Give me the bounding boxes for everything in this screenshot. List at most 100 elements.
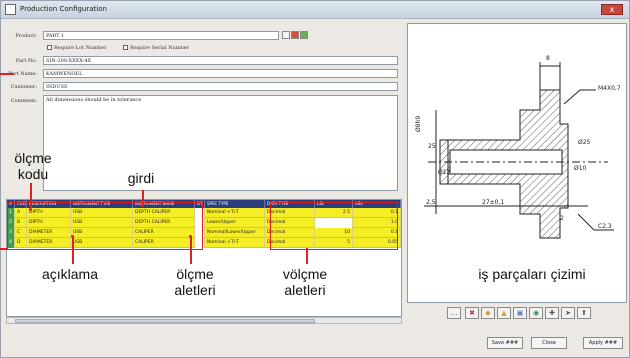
- zoom-icon[interactable]: ◉: [529, 307, 543, 319]
- instrument-type-cell[interactable]: USB: [71, 208, 133, 218]
- code-cell[interactable]: B: [15, 218, 27, 228]
- dots-icon[interactable]: …: [447, 307, 461, 319]
- serial-checkbox[interactable]: Require Serial Number: [123, 45, 189, 51]
- spec-type-cell[interactable]: Nominal/Lower/Upper: [205, 228, 265, 238]
- app-icon: [5, 4, 16, 15]
- apply-button[interactable]: Apply ###: [583, 337, 623, 349]
- data-type-cell[interactable]: Decimal: [265, 208, 315, 218]
- part-input[interactable]: SIN-208-XXXX-4X: [43, 56, 398, 65]
- table-row[interactable]: 1 A DIPTH USB DEPTH CALIPER Nominal +T/-…: [7, 208, 401, 218]
- description-cell[interactable]: DIAMETER: [27, 238, 71, 248]
- row-number: 2: [7, 218, 15, 228]
- technical-drawing: M4X0,7 8 25 Ø12 Ø10 27±0,1 2,5 C2,3 Ø8h9…: [415, 55, 621, 239]
- description-cell[interactable]: DIAMETER: [27, 228, 71, 238]
- add-button[interactable]: [300, 31, 308, 39]
- window-title: Production Configuration: [20, 5, 107, 13]
- dim-offset: 2,5: [426, 199, 436, 206]
- measurement-grid: # CODE DESCRIPTION INSTRUMENT TYPE INSTR…: [6, 199, 402, 317]
- col-header[interactable]: #: [7, 200, 15, 208]
- instrument-name-cell[interactable]: DEPTH CALIPER: [133, 218, 195, 228]
- upload-icon[interactable]: ⬆: [577, 307, 591, 319]
- usl-cell[interactable]: 0.1: [353, 208, 401, 218]
- lot-checkbox-label: Require Lot Number: [54, 45, 107, 51]
- scrollbar-thumb[interactable]: [15, 319, 315, 323]
- dt-cell[interactable]: [195, 238, 205, 248]
- dim-thread: M4X0,7: [598, 85, 621, 92]
- flag-icon[interactable]: ▲: [497, 307, 511, 319]
- data-type-cell[interactable]: Decimal: [265, 238, 315, 248]
- instrument-type-cell[interactable]: USB: [71, 228, 133, 238]
- spec-type-cell[interactable]: Nominal +T/-T: [205, 238, 265, 248]
- col-header[interactable]: SPEC TYPE: [205, 200, 265, 208]
- dim-gap: 2: [560, 215, 564, 222]
- instrument-name-cell[interactable]: CALIPER: [133, 228, 195, 238]
- col-header[interactable]: DESCRIPTION: [27, 200, 71, 208]
- data-type-cell[interactable]: Decimal: [265, 228, 315, 238]
- usl-cell[interactable]: 0.05: [353, 238, 401, 248]
- row-number: 4: [7, 238, 15, 248]
- app-window: Production Configuration x Product: PART…: [0, 0, 630, 358]
- dim-length: 27±0,1: [482, 199, 504, 206]
- code-cell[interactable]: D: [15, 238, 27, 248]
- dim-inner: Ø10: [574, 165, 587, 172]
- part-label: Part No:: [15, 58, 37, 64]
- close-button[interactable]: Close: [531, 337, 567, 349]
- description-cell[interactable]: DIPTH: [27, 208, 71, 218]
- image-icon[interactable]: ▣: [513, 307, 527, 319]
- usl-cell[interactable]: 0.1: [353, 228, 401, 238]
- data-type-cell[interactable]: Decimal: [265, 218, 315, 228]
- code-cell[interactable]: A: [15, 208, 27, 218]
- col-header[interactable]: DT: [195, 200, 205, 208]
- instrument-type-cell[interactable]: USB: [71, 238, 133, 248]
- comment-label: Comment:: [10, 98, 37, 104]
- instrument-name-cell[interactable]: CALIPER: [133, 238, 195, 248]
- comment-textarea[interactable]: All dimensions should be in tolerance: [43, 95, 398, 191]
- product-form: Product: PART 1 Require Lot Number Requi…: [5, 23, 403, 193]
- col-header[interactable]: INSTRUMENT TYPE: [71, 200, 133, 208]
- clear-button[interactable]: [291, 31, 299, 39]
- arrow-icon[interactable]: ➤: [561, 307, 575, 319]
- part-name-input[interactable]: KAMWENOEL: [43, 69, 398, 78]
- lsl-cell[interactable]: 2.5: [315, 208, 353, 218]
- table-row[interactable]: 2 B DIPTH USB DEPTH CALIPER Lower/Upper …: [7, 218, 401, 228]
- browse-button[interactable]: [282, 31, 290, 39]
- serial-checkbox-label: Require Serial Number: [130, 45, 190, 51]
- customer-input[interactable]: INDUSS: [43, 82, 398, 91]
- instrument-type-cell[interactable]: USB: [71, 218, 133, 228]
- col-header[interactable]: INSTRUMENT NAME: [133, 200, 195, 208]
- row-number: 1: [7, 208, 15, 218]
- part-drawing-panel: M4X0,7 8 25 Ø12 Ø10 27±0,1 2,5 C2,3 Ø8h9…: [407, 23, 627, 303]
- grid-horizontal-scrollbar[interactable]: [6, 317, 402, 324]
- usl-cell[interactable]: 1.0: [353, 218, 401, 228]
- col-header[interactable]: DATA TYPE: [265, 200, 315, 208]
- product-input[interactable]: PART 1: [43, 31, 279, 40]
- dim-fit: Ø8h9: [415, 116, 422, 132]
- col-header[interactable]: USL: [353, 200, 401, 208]
- lsl-cell[interactable]: 10: [315, 228, 353, 238]
- table-row[interactable]: 4 D DIAMETER USB CALIPER Nominal +T/-T D…: [7, 238, 401, 248]
- description-cell[interactable]: DIPTH: [27, 218, 71, 228]
- dim-chamfer: C2,3: [598, 223, 612, 230]
- dt-cell[interactable]: [195, 218, 205, 228]
- close-window-button[interactable]: x: [601, 4, 623, 15]
- dim-bore: Ø12: [438, 169, 451, 176]
- delete-icon[interactable]: ✖: [465, 307, 479, 319]
- instrument-name-cell[interactable]: DEPTH CALIPER: [133, 208, 195, 218]
- spec-type-cell[interactable]: Lower/Upper: [205, 218, 265, 228]
- tag-icon[interactable]: ◆: [481, 307, 495, 319]
- save-button[interactable]: Save ###: [487, 337, 523, 349]
- dt-cell[interactable]: [195, 228, 205, 238]
- dt-cell[interactable]: [195, 208, 205, 218]
- pin-icon[interactable]: ✚: [545, 307, 559, 319]
- table-row[interactable]: 3 C DIAMETER USB CALIPER Nominal/Lower/U…: [7, 228, 401, 238]
- row-number: 3: [7, 228, 15, 238]
- grid-header: # CODE DESCRIPTION INSTRUMENT TYPE INSTR…: [7, 200, 401, 208]
- lsl-cell[interactable]: [315, 218, 353, 228]
- lot-checkbox[interactable]: Require Lot Number: [47, 45, 107, 51]
- code-cell[interactable]: C: [15, 228, 27, 238]
- col-header[interactable]: CODE: [15, 200, 27, 208]
- lsl-cell[interactable]: 5: [315, 238, 353, 248]
- product-label: Product:: [15, 33, 37, 39]
- col-header[interactable]: LSL: [315, 200, 353, 208]
- spec-type-cell[interactable]: Nominal +T/-T: [205, 208, 265, 218]
